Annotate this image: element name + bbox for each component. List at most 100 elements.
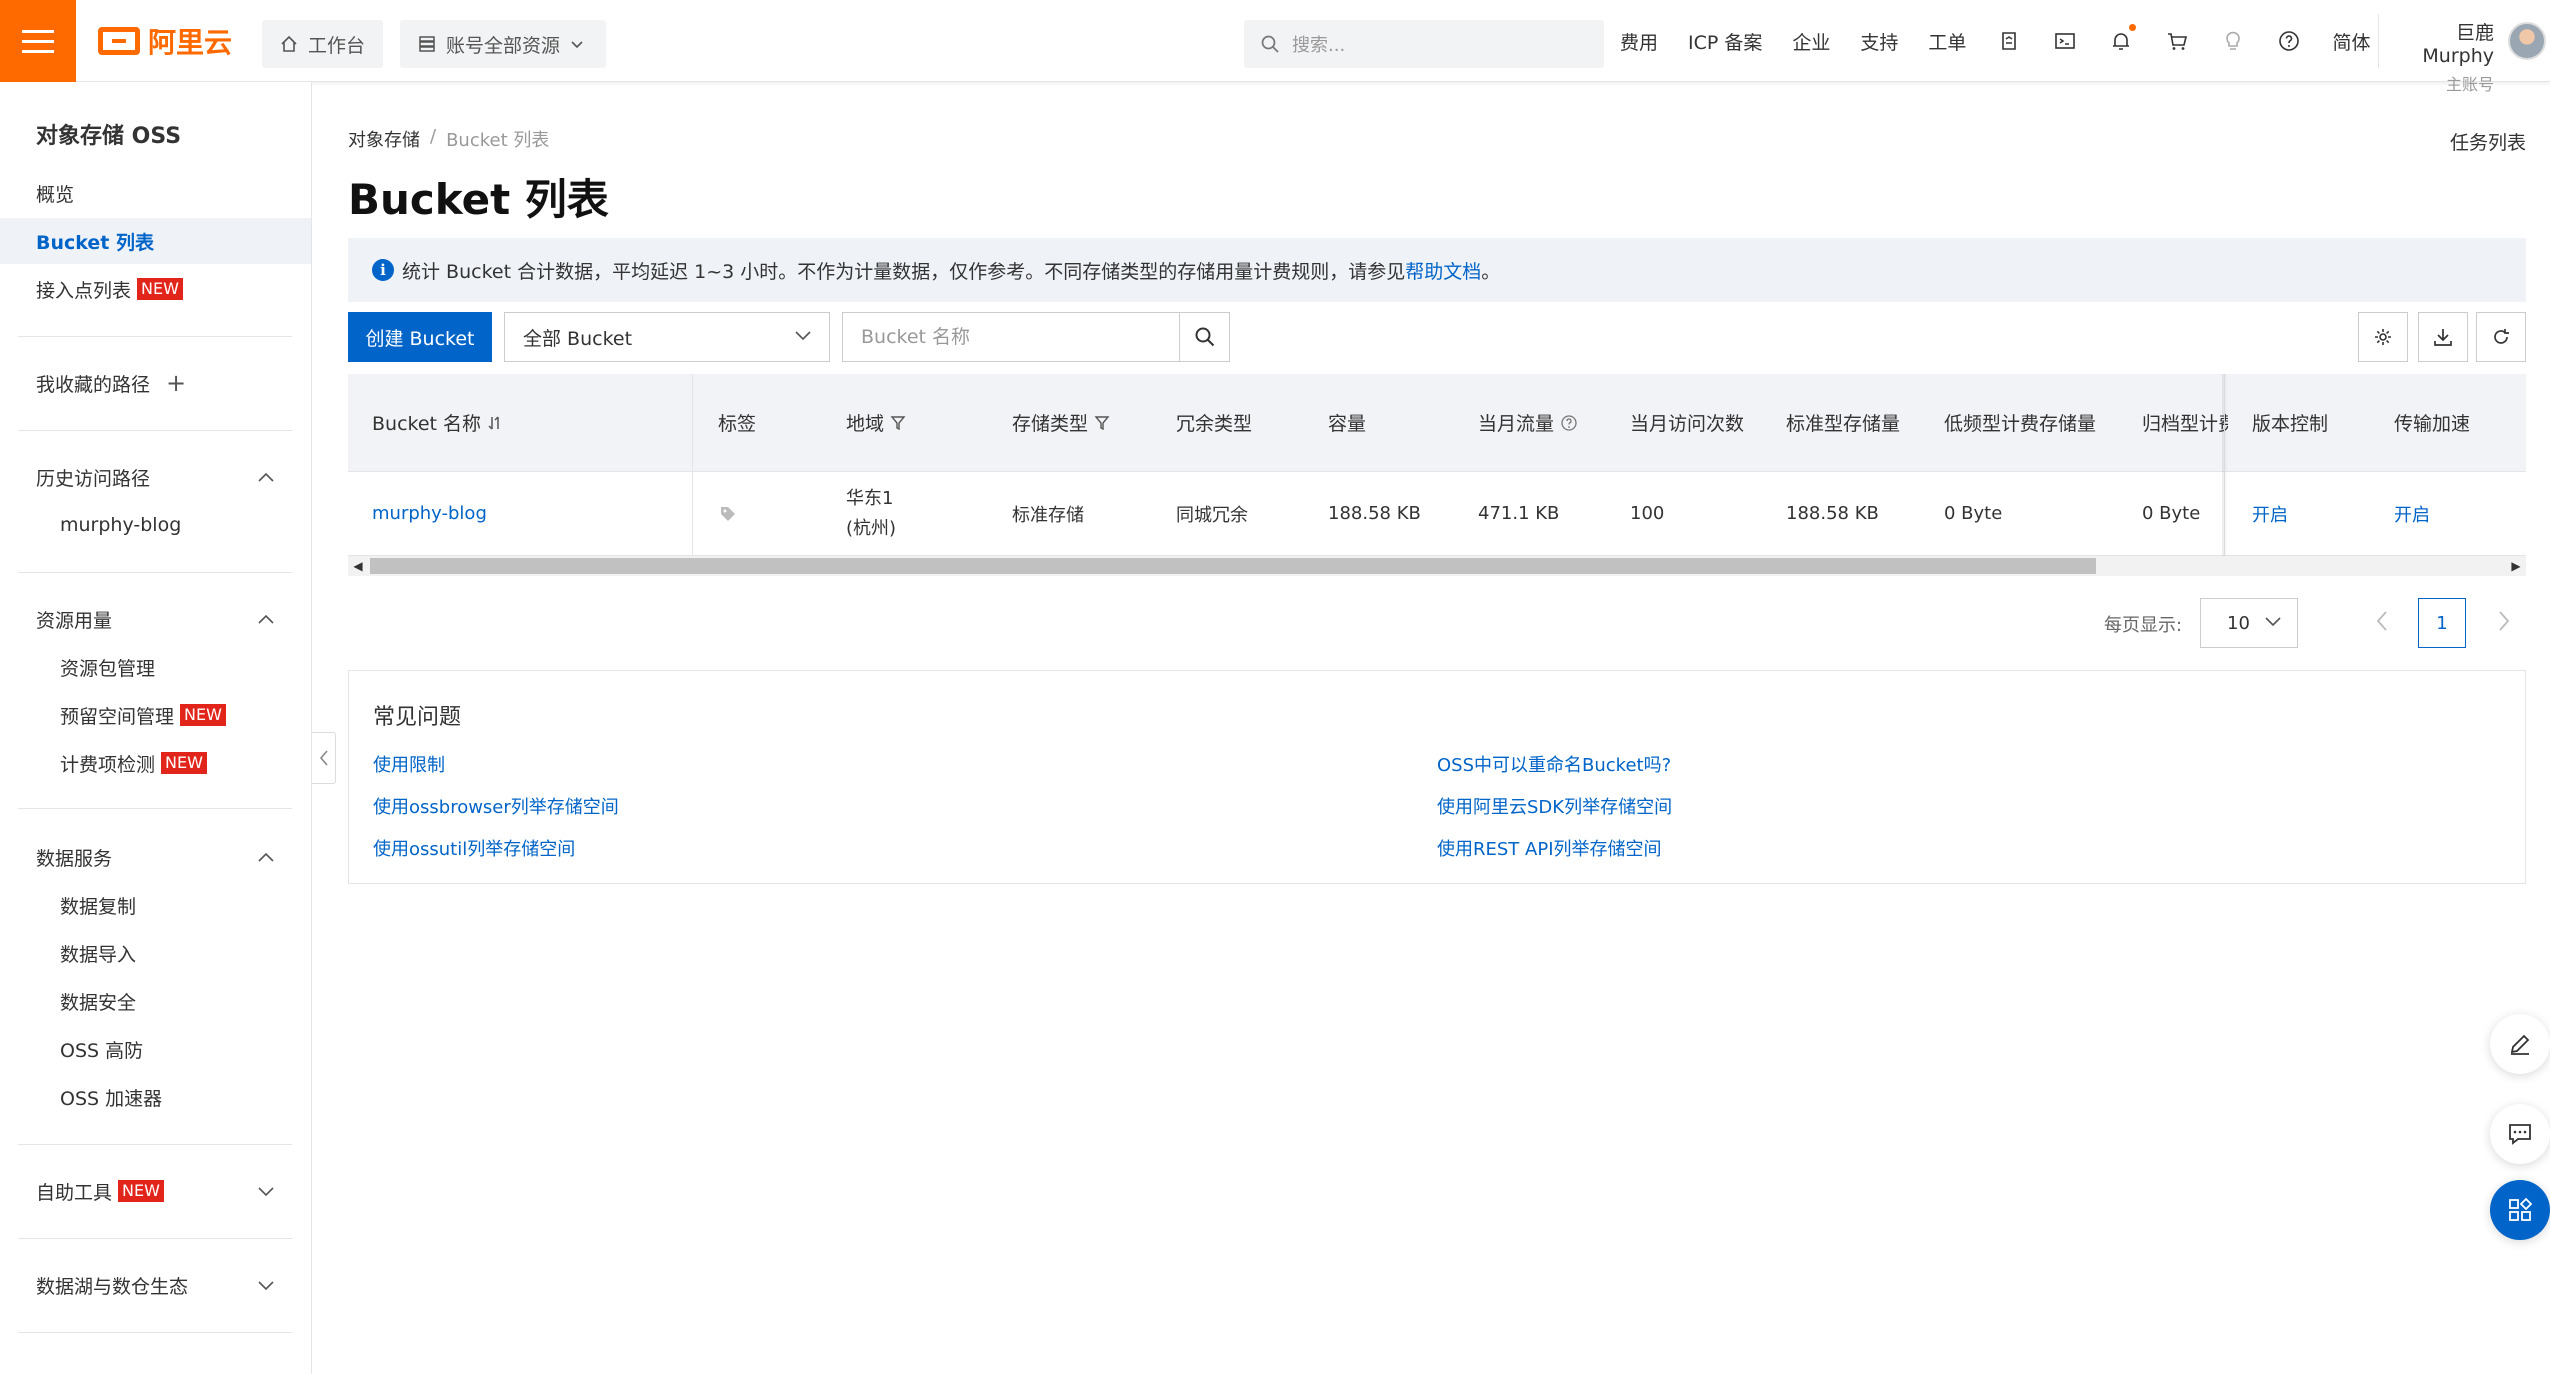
link-icp[interactable]: ICP 备案 [1688, 28, 1762, 55]
avatar[interactable] [2508, 22, 2546, 60]
sidebar-group-history[interactable]: 历史访问路径 [0, 454, 311, 500]
scroll-left-icon[interactable]: ◀ [348, 556, 368, 576]
col-versioning: 版本控制 [2228, 374, 2329, 471]
terminal-icon[interactable] [2052, 28, 2078, 54]
sidebar-item-replication[interactable]: 数据复制 [0, 882, 311, 928]
scroll-thumb[interactable] [370, 558, 2096, 574]
acceleration-link[interactable]: 开启 [2394, 501, 2430, 527]
bell-icon[interactable] [2108, 24, 2137, 54]
bucket-search-button[interactable] [1179, 313, 1229, 361]
faq-link-rest-api[interactable]: 使用REST API列举存储空间 [1437, 835, 1662, 861]
next-page-icon[interactable] [2496, 608, 2512, 634]
sidebar-group-data-lake[interactable]: 数据湖与数仓生态 [0, 1262, 311, 1308]
sidebar-item-favorites[interactable]: 我收藏的路径 + [0, 360, 311, 406]
page-number-current[interactable]: 1 [2418, 598, 2466, 648]
help-doc-link[interactable]: 帮助文档 [1405, 261, 1481, 283]
edit-float-button[interactable] [2490, 1014, 2550, 1074]
plus-icon[interactable]: + [166, 369, 186, 397]
sidebar-item-ddos[interactable]: OSS 高防 [0, 1026, 311, 1072]
header-label: 标签 [718, 413, 757, 435]
page-size-select[interactable]: 10 [2200, 598, 2298, 648]
sidebar-item-overview[interactable]: 概览 [0, 170, 311, 216]
sort-icon[interactable] [487, 414, 503, 432]
page-size-value: 10 [2227, 612, 2250, 634]
sidebar-item-package[interactable]: 资源包管理 [0, 644, 311, 690]
col-traffic: 当月流量 [1454, 374, 1578, 471]
sidebar-item-label: 数据导入 [60, 943, 137, 966]
sidebar-item-bucket-list[interactable]: Bucket 列表 [0, 218, 311, 264]
info-message: 统计 Bucket 合计数据，平均延迟 1~3 小时。不作为计量数据，仅作参考。… [402, 260, 1406, 283]
global-search[interactable]: 搜索... [1244, 20, 1604, 68]
task-list-link[interactable]: 任务列表 [2450, 128, 2526, 155]
refresh-button[interactable] [2476, 312, 2526, 362]
sidebar-divider [18, 808, 292, 809]
new-badge: NEW [118, 1180, 164, 1202]
sidebar-item-reserved[interactable]: 预留空间管理 NEW [0, 692, 311, 738]
lightbulb-icon[interactable] [2220, 28, 2246, 54]
bucket-search-input[interactable] [843, 313, 1179, 361]
faq-link-ossutil[interactable]: 使用ossutil列举存储空间 [373, 835, 575, 861]
link-fees[interactable]: 费用 [1620, 28, 1658, 55]
header-label: 存储类型 [1012, 413, 1089, 435]
help-icon[interactable] [2276, 28, 2302, 54]
resources-label: 账号全部资源 [446, 34, 561, 57]
cell-value: 同城冗余 [1176, 504, 1248, 526]
sidebar-item-access-point[interactable]: 接入点列表 NEW [0, 266, 311, 312]
download-button[interactable] [2418, 312, 2468, 362]
table-scrollbar[interactable]: ◀ ▶ [348, 556, 2526, 576]
sidebar-group-usage[interactable]: 资源用量 [0, 596, 311, 642]
header-label: Bucket 名称 [372, 413, 482, 435]
menu-icon[interactable] [0, 0, 76, 82]
feedback-float-button[interactable] [2490, 1104, 2550, 1164]
link-enterprise[interactable]: 企业 [1792, 28, 1830, 55]
cart-icon[interactable] [2164, 28, 2190, 54]
faq-title: 常见问题 [373, 705, 462, 730]
faq-link-ossbrowser[interactable]: 使用ossbrowser列举存储空间 [373, 793, 619, 819]
user-menu[interactable]: 巨鹿Murphy 主账号 [2390, 18, 2494, 95]
sticky-column-shadow [2222, 374, 2228, 556]
sidebar-item-accelerator[interactable]: OSS 加速器 [0, 1074, 311, 1120]
filter-icon[interactable] [1094, 414, 1110, 432]
aliyun-logo[interactable]: 阿里云 [98, 24, 232, 59]
sidebar-divider [18, 1144, 292, 1145]
language-switch[interactable]: 简体 [2332, 28, 2370, 55]
cell-archive-storage: 0 Byte [2118, 472, 2200, 555]
bucket-filter-select[interactable]: 全部 Bucket [504, 312, 830, 362]
tag-icon[interactable] [718, 504, 738, 524]
settings-button[interactable] [2358, 312, 2408, 362]
create-bucket-button[interactable]: 创建 Bucket [348, 312, 492, 362]
sidebar-item-security[interactable]: 数据安全 [0, 978, 311, 1024]
sidebar-group-self-tools[interactable]: 自助工具 NEW [0, 1168, 311, 1214]
faq-link-sdk[interactable]: 使用阿里云SDK列举存储空间 [1437, 793, 1672, 819]
link-support[interactable]: 支持 [1860, 28, 1898, 55]
bucket-table: Bucket 名称 标签 地域 存储类型 冗余类型 容量 当月流量 当月访问次数… [348, 374, 2526, 576]
gear-icon [2375, 329, 2391, 345]
col-bucket-name[interactable]: Bucket 名称 [348, 374, 503, 471]
sidebar: 对象存储 OSS 概览 Bucket 列表 接入点列表 NEW 我收藏的路径 +… [0, 82, 312, 1374]
help-icon[interactable] [1560, 414, 1578, 432]
api-icon[interactable] [1996, 28, 2022, 54]
prev-page-icon[interactable] [2374, 608, 2390, 634]
resource-icon [419, 36, 435, 52]
breadcrumb-root[interactable]: 对象存储 [348, 126, 420, 152]
bucket-link[interactable]: murphy-blog [372, 503, 487, 524]
resources-dropdown[interactable]: 账号全部资源 [400, 20, 606, 68]
sidebar-item-import[interactable]: 数据导入 [0, 930, 311, 976]
link-ticket[interactable]: 工单 [1928, 28, 1966, 55]
sidebar-collapse-button[interactable] [312, 732, 336, 784]
header-label: 容量 [1328, 413, 1367, 435]
sidebar-item-label: 资源包管理 [60, 657, 156, 680]
workbench-button[interactable]: 工作台 [262, 20, 384, 68]
apps-float-button[interactable] [2490, 1180, 2550, 1240]
sidebar-item-billing-check[interactable]: 计费项检测 NEW [0, 740, 311, 786]
refresh-icon [2494, 329, 2509, 344]
faq-link-limits[interactable]: 使用限制 [373, 751, 445, 777]
filter-icon[interactable] [890, 414, 906, 432]
scroll-right-icon[interactable]: ▶ [2506, 556, 2526, 576]
versioning-link[interactable]: 开启 [2252, 501, 2288, 527]
sidebar-group-data-service[interactable]: 数据服务 [0, 834, 311, 880]
sidebar-item-label: 数据服务 [36, 847, 113, 870]
sidebar-item-murphy-blog[interactable]: murphy-blog [0, 502, 311, 548]
faq-link-rename[interactable]: OSS中可以重命名Bucket吗? [1437, 751, 1671, 777]
info-banner: i 统计 Bucket 合计数据，平均延迟 1~3 小时。不作为计量数据，仅作参… [348, 238, 2526, 302]
